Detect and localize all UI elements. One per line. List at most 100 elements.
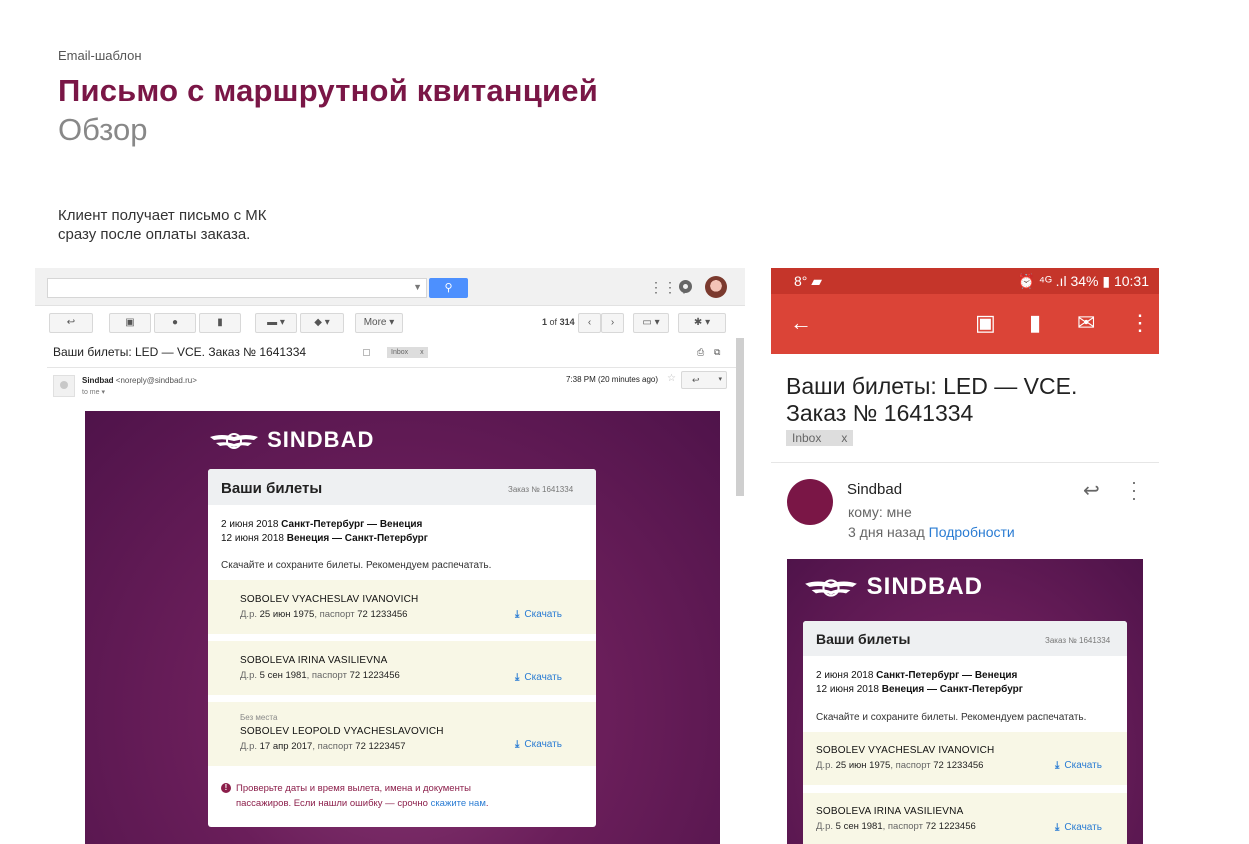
archive-button[interactable]: ▣	[109, 313, 151, 333]
dob-prefix: Д.р.	[816, 760, 833, 771]
passenger-dob: 17 апр 2017	[259, 741, 313, 752]
trash-icon: ▮	[217, 317, 223, 328]
sender-avatar	[787, 479, 833, 525]
sindbad-wings-icon	[210, 433, 258, 450]
download-link[interactable]: ⤓ Скачать	[515, 609, 562, 620]
chevron-down-icon[interactable]: ▾	[718, 372, 722, 388]
remove-label-icon[interactable]: x	[841, 431, 847, 445]
inbox-label[interactable]: Inbox x	[387, 347, 428, 358]
warning-text: Проверьте даты и время вылета, имена и д…	[236, 783, 471, 794]
description-line: Клиент получает письмо с МК	[58, 207, 267, 224]
order-number: Заказ № 1641334	[508, 485, 574, 494]
route-date: 12 июня 2018	[816, 684, 879, 695]
dob-prefix: Д.р.	[816, 821, 833, 832]
tickets-card: Ваши билеты Заказ № 1641334 2 июня 2018 …	[803, 621, 1127, 844]
star-icon[interactable]: ☆	[667, 373, 676, 384]
route-line: 12 июня 2018 Венеция — Санкт-Петербург	[221, 533, 428, 544]
remove-label-icon[interactable]: x	[420, 349, 424, 356]
email-body: SINDBAD Ваши билеты Заказ № 1641334 2 ию…	[85, 411, 720, 844]
passenger-dob: 5 сен 1981	[259, 670, 307, 681]
download-link[interactable]: ⤓ Скачать	[1055, 822, 1102, 833]
download-hint: Скачайте и сохраните билеты. Рекомендуем…	[816, 712, 1087, 723]
reply-button[interactable]: ↩ ▾	[681, 371, 727, 389]
chevron-down-icon[interactable]: ▼	[413, 282, 422, 292]
gmail-topbar: ▼ ⚲ ⋮⋮⋮	[35, 268, 745, 306]
passenger-dob: 5 сен 1981	[835, 821, 883, 832]
labels-button[interactable]: ◆ ▾	[300, 313, 344, 333]
more-vert-icon[interactable]: ⋮	[1129, 310, 1151, 336]
alert-icon: !	[221, 783, 231, 793]
input-tools-button[interactable]: ▭ ▾	[633, 313, 669, 333]
details-link[interactable]: Подробности	[929, 524, 1015, 540]
dob-prefix: Д.р.	[240, 670, 257, 681]
warning-text-end: .	[485, 798, 489, 809]
passenger-row: SOBOLEVA IRINA VASILIEVNA Д.р. 5 сен 198…	[208, 641, 596, 695]
passenger-passport: 72 1233456	[933, 760, 984, 771]
download-icon: ⤓	[515, 609, 520, 620]
download-link[interactable]: ⤓ Скачать	[515, 739, 562, 750]
print-icon[interactable]: ⎙	[697, 347, 704, 358]
more-vert-icon[interactable]: · · ·	[1131, 473, 1137, 507]
download-link[interactable]: ⤓ Скачать	[1055, 760, 1102, 771]
delete-button[interactable]: ▮	[199, 313, 241, 333]
search-button[interactable]: ⚲	[429, 278, 468, 298]
route-date: 12 июня 2018	[221, 533, 284, 544]
prev-page-button[interactable]: ‹	[578, 313, 601, 333]
passenger-passport: 72 1223456	[349, 670, 400, 681]
passenger-name: SOBOLEVA IRINA VASILIEVNA	[240, 655, 388, 666]
next-page-button[interactable]: ›	[601, 313, 624, 333]
passenger-row: SOBOLEVA IRINA VASILIEVNA Д.р. 5 сен 198…	[803, 793, 1127, 844]
passenger-meta: Д.р. 5 сен 1981, паспорт 72 1223456	[816, 821, 976, 832]
back-arrow-icon[interactable]: ←	[790, 310, 812, 336]
sindbad-logo: SINDBAD	[208, 427, 374, 453]
scrollbar[interactable]	[736, 338, 744, 496]
divider	[47, 367, 737, 368]
received-when: 3 дня назад	[848, 524, 925, 540]
download-link[interactable]: ⤓ Скачать	[515, 672, 562, 683]
trash-icon[interactable]: ▮	[1029, 310, 1041, 336]
desktop-gmail-mock: ▼ ⚲ ⋮⋮⋮ ↩ ▣ ● ▮ ▬ ▾ ◆ ▾ More ▾ 1 of 314 …	[35, 268, 745, 844]
warning-text-part: пассажиров. Если нашли ошибку — срочно	[236, 798, 428, 809]
brand-name: SINDBAD	[267, 427, 375, 452]
chevron-right-icon: ›	[610, 317, 615, 328]
more-button[interactable]: More ▾	[355, 313, 403, 333]
search-input[interactable]: ▼	[47, 278, 427, 298]
inbox-label[interactable]: Inbox x	[786, 430, 854, 446]
mail-icon[interactable]: ✉	[1077, 310, 1095, 336]
dob-prefix: Д.р.	[240, 609, 257, 620]
route-cities: Санкт-Петербург — Венеция	[876, 670, 1018, 681]
route-cities: Санкт-Петербург — Венеция	[281, 519, 423, 530]
passenger-passport: 72 1223457	[355, 741, 406, 752]
reply-icon[interactable]: ↩	[1083, 478, 1100, 503]
route-line: 12 июня 2018 Венеция — Санкт-Петербург	[816, 684, 1023, 695]
recipient-line[interactable]: to me ▾	[82, 388, 105, 396]
chevron-down-icon[interactable]: ▾	[101, 389, 105, 396]
archive-icon[interactable]: ▣	[975, 310, 996, 336]
page-title: Письмо с маршрутной квитанцией	[58, 73, 598, 108]
passenger-row: SOBOLEV VYACHESLAV IVANOVICH Д.р. 25 июн…	[208, 580, 596, 634]
contact-us-link[interactable]: скажите нам	[431, 798, 486, 809]
back-button[interactable]: ↩	[49, 313, 93, 333]
download-label: Скачать	[524, 609, 562, 620]
email-subject: Ваши билеты: LED — VCE. Заказ № 1641334	[786, 373, 1146, 427]
app-bar: ← ▣ ▮ ✉ ⋮	[771, 294, 1159, 354]
order-number: Заказ № 1641334	[1045, 636, 1111, 645]
settings-button[interactable]: ✱ ▾	[678, 313, 726, 333]
new-window-icon[interactable]: ⧉	[714, 347, 720, 358]
spam-button[interactable]: ●	[154, 313, 196, 333]
move-to-button[interactable]: ▬ ▾	[255, 313, 297, 333]
important-marker-icon[interactable]	[363, 349, 370, 356]
more-label: More	[363, 317, 387, 328]
dob-prefix: Д.р.	[240, 741, 257, 752]
sindbad-wings-icon	[805, 579, 857, 597]
sender-name: Sindbad	[847, 481, 903, 498]
notifications-icon[interactable]	[679, 280, 692, 293]
passport-prefix: паспорт	[895, 760, 931, 771]
email-time: 7:38 PM (20 minutes ago)	[566, 375, 659, 384]
search-icon: ⚲	[444, 282, 453, 294]
download-hint: Скачайте и сохраните билеты. Рекомендуем…	[221, 560, 492, 571]
route-cities: Венеция — Санкт-Петербург	[286, 533, 428, 544]
page-of: of	[549, 317, 558, 327]
avatar[interactable]	[705, 276, 727, 298]
route-line: 2 июня 2018 Санкт-Петербург — Венеция	[221, 519, 422, 530]
